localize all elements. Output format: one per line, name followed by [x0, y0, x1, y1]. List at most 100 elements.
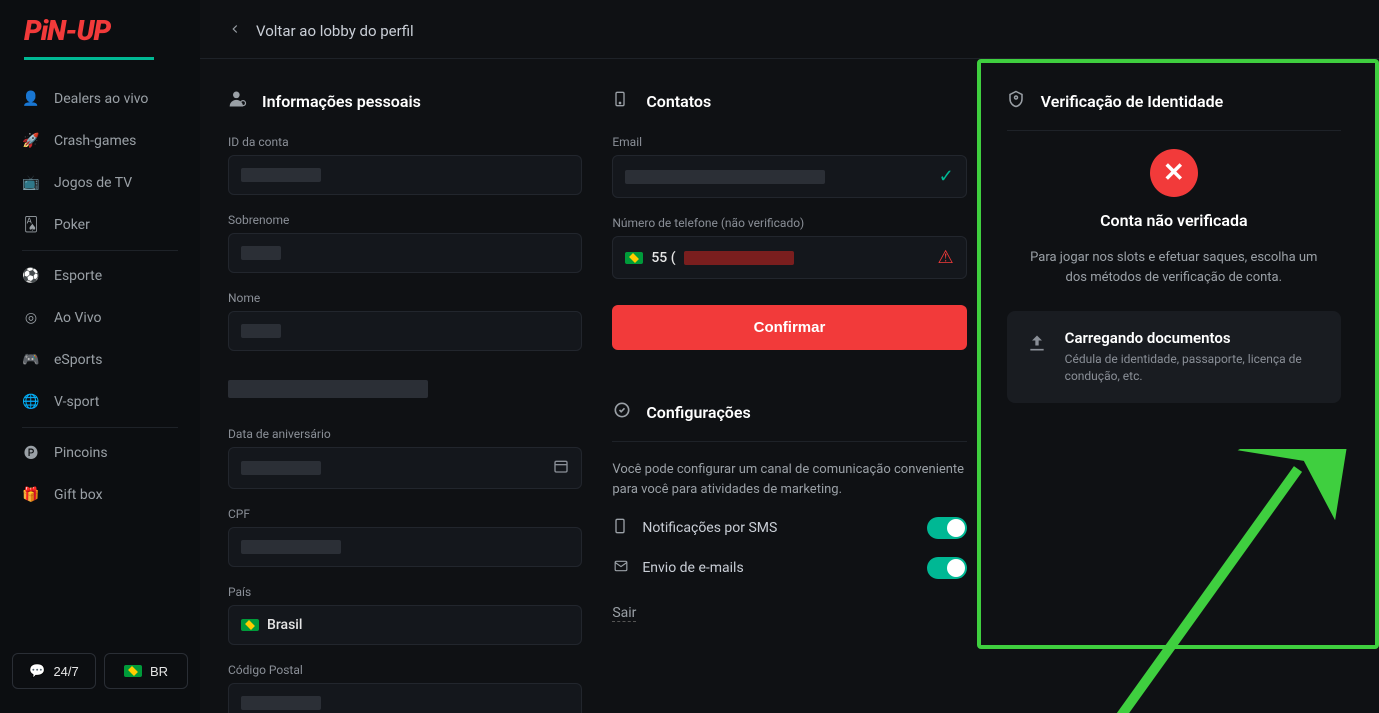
name-field[interactable]: [228, 311, 582, 351]
globe-icon: 🌐: [22, 393, 40, 411]
logo-underline: [24, 57, 154, 60]
redacted-value: [241, 246, 281, 260]
warning-icon: ⚠: [938, 247, 954, 268]
calendar-icon: [553, 458, 569, 478]
sidebar-item-esports[interactable]: 🎮 eSports: [0, 339, 200, 381]
redacted-value: [241, 461, 321, 475]
sidebar-item-label: Crash-games: [54, 133, 136, 149]
dealers-icon: 👤: [22, 90, 40, 108]
upload-description: Cédula de identidade, passaporte, licenç…: [1065, 351, 1321, 385]
ball-icon: ⚽: [22, 267, 40, 285]
logout-link[interactable]: Sair: [612, 605, 636, 622]
section-title: Configurações: [646, 403, 750, 422]
user-gear-icon: [228, 89, 248, 113]
account-id-field[interactable]: [228, 155, 582, 195]
birthday-label: Data de aniversário: [228, 427, 582, 441]
sidebar-item-aovivo[interactable]: ◎ Ao Vivo: [0, 297, 200, 339]
breadcrumb-label: Voltar ao lobby do perfil: [256, 22, 414, 40]
sidebar: PiN-UP 👤 Dealers ao vivo 🚀 Crash-games 📺…: [0, 0, 200, 713]
upload-documents-button[interactable]: Carregando documentos Cédula de identida…: [1007, 311, 1341, 403]
rocket-icon: 🚀: [22, 132, 40, 150]
section-title: Contatos: [646, 92, 711, 111]
redacted-value: [241, 324, 281, 338]
logo: PiN-UP: [0, 14, 200, 55]
sidebar-item-esporte[interactable]: ⚽ Esporte: [0, 255, 200, 297]
phone-field[interactable]: 55 ( ⚠: [612, 236, 966, 279]
phone-icon: [612, 89, 632, 113]
redacted-value: [684, 251, 794, 265]
sidebar-item-label: eSports: [54, 352, 102, 368]
status-title: Conta não verificada: [1007, 211, 1341, 230]
email-toggle-label: Envio de e-mails: [642, 560, 914, 576]
personal-info-section: Informações pessoais ID da conta Sobreno…: [228, 89, 582, 713]
country-field[interactable]: Brasil: [228, 605, 582, 645]
cards-icon: 🂡: [22, 216, 40, 234]
postal-label: Código Postal: [228, 663, 582, 677]
email-icon: [612, 559, 630, 577]
shield-icon: [1007, 89, 1027, 113]
sms-toggle-label: Notificações por SMS: [642, 520, 914, 536]
sidebar-item-vsport[interactable]: 🌐 V-sport: [0, 381, 200, 423]
gear-check-icon: [612, 400, 632, 424]
cpf-label: CPF: [228, 507, 582, 521]
sms-icon: [612, 517, 630, 539]
sidebar-item-label: Jogos de TV: [54, 175, 132, 191]
name-label: Nome: [228, 291, 582, 305]
checkmark-icon: ✓: [939, 166, 954, 187]
account-id-label: ID da conta: [228, 135, 582, 149]
redacted-value: [241, 168, 321, 182]
lang-button[interactable]: BR: [104, 653, 188, 689]
phone-label: Número de telefone (não verificado): [612, 216, 966, 230]
lang-label: BR: [150, 664, 168, 679]
sidebar-item-poker[interactable]: 🂡 Poker: [0, 204, 200, 246]
sidebar-item-giftbox[interactable]: 🎁 Gift box: [0, 474, 200, 516]
verification-section: Verificação de Identidade ✕ Conta não ve…: [997, 89, 1351, 713]
flag-br-icon: [124, 665, 142, 677]
email-label: Email: [612, 135, 966, 149]
birthday-field[interactable]: [228, 447, 582, 489]
upload-title: Carregando documentos: [1065, 329, 1321, 347]
section-title: Informações pessoais: [262, 92, 421, 111]
flag-br-icon: [241, 619, 259, 631]
sidebar-item-label: Dealers ao vivo: [54, 91, 148, 107]
section-title: Verificação de Identidade: [1041, 92, 1224, 111]
email-field[interactable]: ✓: [612, 155, 966, 198]
sms-toggle[interactable]: [927, 517, 967, 539]
status-description: Para jogar nos slots e efetuar saques, e…: [1024, 248, 1324, 287]
sidebar-item-tv[interactable]: 📺 Jogos de TV: [0, 162, 200, 204]
sidebar-item-crash[interactable]: 🚀 Crash-games: [0, 120, 200, 162]
phone-prefix: 55 (: [651, 250, 675, 266]
cpf-field[interactable]: [228, 527, 582, 567]
status-error-icon: ✕: [1150, 149, 1198, 197]
tv-icon: 📺: [22, 174, 40, 192]
sidebar-divider: [22, 250, 178, 251]
extra-field: [228, 369, 582, 409]
email-toggle[interactable]: [927, 557, 967, 579]
sidebar-item-label: Pincoins: [54, 445, 108, 461]
redacted-value: [241, 540, 341, 554]
redacted-value: [228, 380, 428, 398]
gift-icon: 🎁: [22, 486, 40, 504]
sidebar-item-pincoins[interactable]: 🅟 Pincoins: [0, 432, 200, 474]
sidebar-divider: [22, 427, 178, 428]
country-label: País: [228, 585, 582, 599]
sidebar-item-label: Esporte: [54, 268, 102, 284]
surname-field[interactable]: [228, 233, 582, 273]
breadcrumb[interactable]: Voltar ao lobby do perfil: [200, 0, 1379, 59]
chat-icon: 💬: [29, 663, 45, 679]
back-arrow-icon: [228, 22, 242, 40]
gamepad-icon: 🎮: [22, 351, 40, 369]
postal-field[interactable]: [228, 683, 582, 713]
divider: [1007, 130, 1341, 131]
redacted-value: [625, 170, 825, 184]
confirm-button[interactable]: Confirmar: [612, 305, 966, 350]
upload-icon: [1027, 329, 1047, 357]
contacts-settings-section: Contatos Email ✓ Número de telefone (não…: [612, 89, 966, 713]
live-icon: ◎: [22, 309, 40, 327]
sidebar-item-label: Ao Vivo: [54, 310, 102, 326]
chat-button[interactable]: 💬 24/7: [12, 653, 96, 689]
settings-description: Você pode configurar um canal de comunic…: [612, 460, 966, 499]
sidebar-item-dealers[interactable]: 👤 Dealers ao vivo: [0, 78, 200, 120]
sidebar-item-label: Gift box: [54, 487, 103, 503]
sidebar-item-label: V-sport: [54, 394, 99, 410]
